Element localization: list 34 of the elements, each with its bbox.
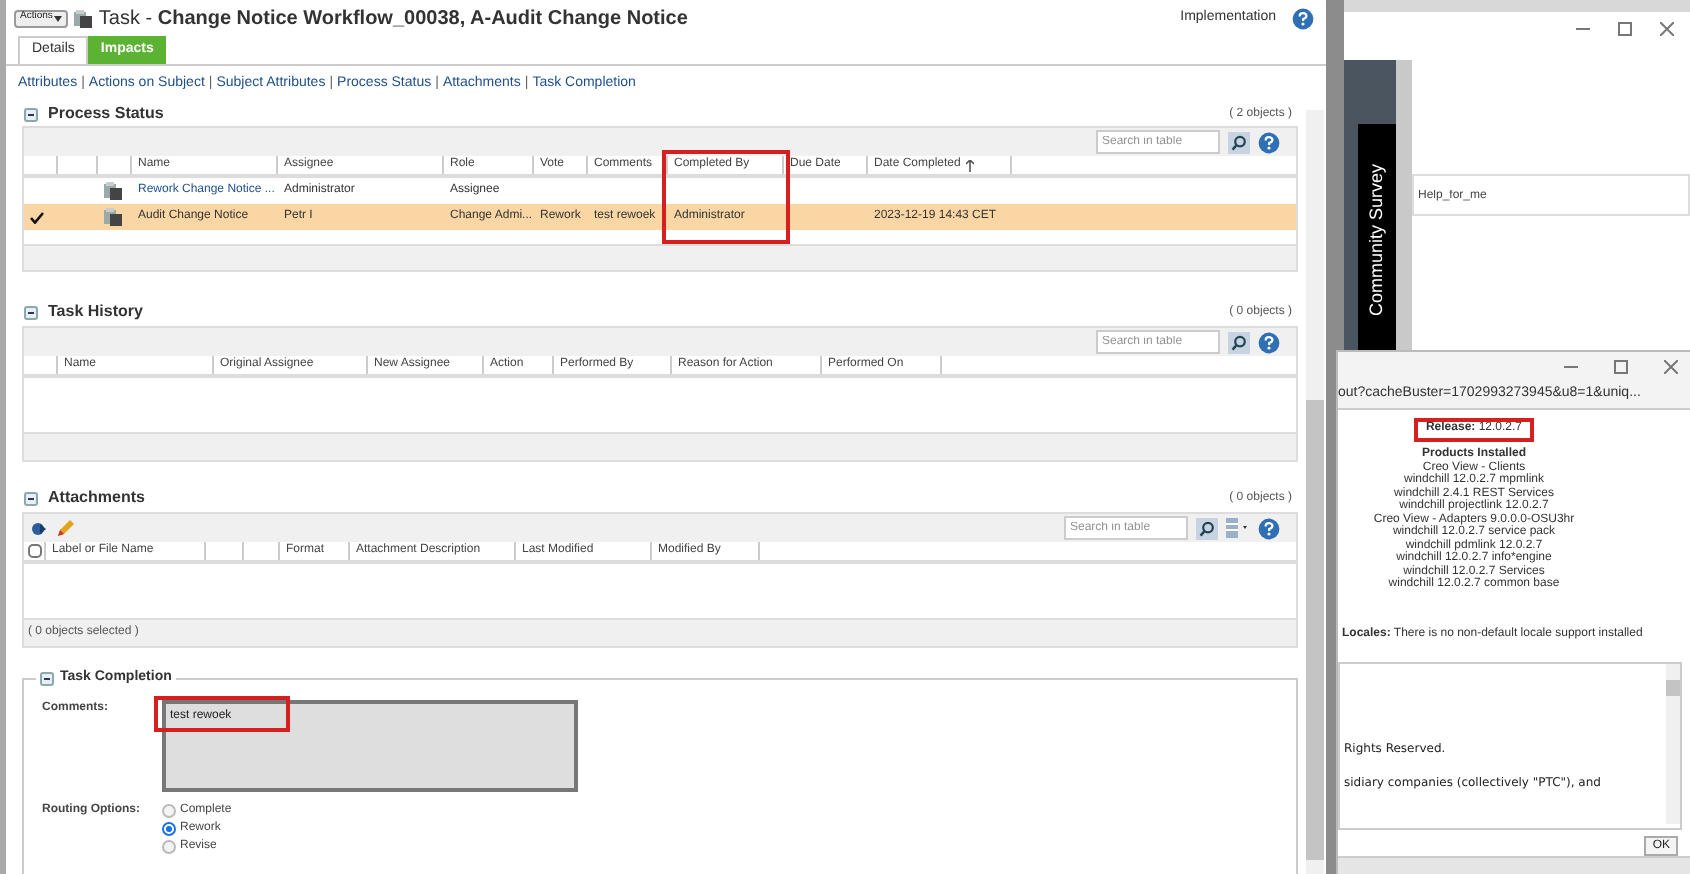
- close-icon[interactable]: [1660, 21, 1674, 35]
- task-icon: [74, 9, 93, 27]
- task-icon: [104, 182, 122, 200]
- maximize-icon[interactable]: [1618, 21, 1632, 35]
- collapse-icon[interactable]: [40, 671, 54, 686]
- survey-banner[interactable]: Community Survey: [1358, 124, 1396, 356]
- section-title: Attachments: [48, 486, 145, 510]
- help-icon[interactable]: [1292, 7, 1314, 29]
- search-icon[interactable]: [1196, 517, 1218, 539]
- pencil-icon[interactable]: [56, 519, 74, 537]
- radio-button[interactable]: [162, 840, 176, 854]
- check-icon: [30, 211, 44, 223]
- section-title: Process Status: [48, 102, 164, 126]
- collapse-icon[interactable]: [24, 107, 38, 121]
- help-icon[interactable]: [1258, 131, 1280, 153]
- page-title: Task - Change Notice Workflow_00038, A-Audit Change Notice: [98, 5, 688, 33]
- help-icon[interactable]: [1258, 331, 1280, 353]
- scrollbar-thumb[interactable]: [1666, 679, 1680, 696]
- scrollbar-thumb[interactable]: [1306, 400, 1324, 860]
- radio-button[interactable]: [162, 804, 176, 818]
- sort-icon[interactable]: [966, 159, 975, 171]
- caret-icon: [54, 15, 63, 21]
- attach-icon[interactable]: [30, 519, 48, 537]
- search-icon[interactable]: [1228, 331, 1250, 353]
- search-icon[interactable]: [1228, 131, 1250, 153]
- select-all-checkbox[interactable]: [27, 544, 41, 558]
- help-icon[interactable]: [1258, 517, 1280, 539]
- section-title: Task History: [48, 300, 143, 324]
- radio-button[interactable]: [162, 822, 176, 836]
- collapse-icon[interactable]: [24, 491, 38, 505]
- close-icon[interactable]: [1664, 360, 1678, 375]
- maximize-icon[interactable]: [1614, 360, 1628, 375]
- task-icon: [104, 208, 122, 226]
- collapse-icon[interactable]: [24, 305, 38, 319]
